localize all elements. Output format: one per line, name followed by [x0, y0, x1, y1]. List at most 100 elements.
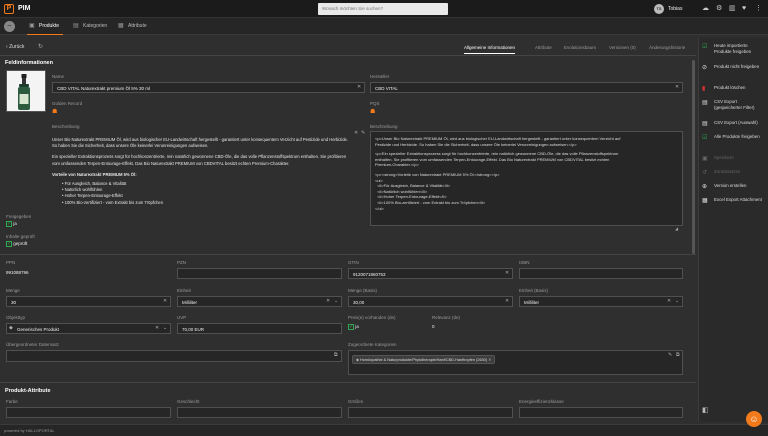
freigegeben-value[interactable]: ✓ ja — [6, 221, 17, 227]
tab-attribute-detail[interactable]: Attribute — [535, 42, 552, 54]
check-list-icon: ☑ — [702, 44, 708, 50]
section-title-produkt-attribute: Produkt-Attribute — [5, 388, 51, 394]
name-field[interactable]: CBD VITAL Naturextrakt premium Öl 5% 30 … — [52, 82, 365, 93]
collapse-sidebar-icon[interactable]: ◧ — [702, 406, 709, 414]
tab-allgemeine-informationen[interactable]: Allgemeine Informationen — [464, 42, 516, 54]
uvp-field[interactable]: 70,00 EUR — [177, 323, 342, 334]
settings-icon[interactable]: ⚙ — [716, 5, 722, 12]
clear-icon[interactable]: ✕ — [163, 298, 167, 304]
section-title-feldinformationen: Feldinformationen — [5, 60, 53, 66]
beschreibung-html-editor[interactable]: <p>Unser Bio Naturextrakt PREMIUM Öl, wi… — [370, 131, 683, 226]
uebergeordnet-field[interactable] — [6, 350, 342, 362]
action-zuruecksetzen[interactable]: ↺ Zurücksetzen — [702, 169, 766, 176]
preis-value[interactable]: ✓ ja — [348, 324, 359, 330]
menge-basis-label: Menge (Basis) — [348, 288, 378, 293]
farbe-field[interactable] — [6, 407, 171, 418]
isbn-field[interactable] — [519, 268, 683, 279]
energieeffizienz-label: Energieeffizienzklasse — [519, 399, 564, 404]
description-list-item: 100% Bio-zertifiziert - vom Extrakt bis … — [64, 199, 164, 205]
action-heute-freigeben[interactable]: ☑ Heute importierte Produkte freigeben — [702, 43, 766, 54]
kategorie-chip[interactable]: ◆ Homöopathie & Naturprodukte/Phytothera… — [352, 355, 496, 364]
attribute-icon: ▦ — [118, 23, 124, 29]
ppn-label: PPN — [6, 260, 16, 265]
tab-kategorien[interactable]: ▤ Kategorien — [71, 18, 111, 35]
action-speichern[interactable]: ▣ Speichern — [702, 155, 766, 162]
objekttyp-label: Objekttyp — [6, 315, 26, 320]
objekttyp-select[interactable]: Generisches Produkt — [6, 323, 171, 334]
geschlecht-field[interactable] — [177, 407, 342, 418]
gtin-field[interactable]: 9120071860753 — [348, 268, 513, 279]
pqs-icon: ☗ — [370, 109, 376, 115]
einheit-basis-label: Einheit (Basis) — [519, 288, 549, 293]
help-button[interactable]: ☺ — [746, 411, 762, 427]
tab-label: Attribute — [128, 23, 147, 29]
chevron-down-icon[interactable]: ⌄ — [334, 298, 338, 304]
back-button[interactable]: ‹ Zurück — [6, 44, 24, 50]
chevron-down-icon[interactable]: ⌄ — [675, 298, 679, 304]
beschreibung-text[interactable]: Unser Bio Naturextrakt PREMIUM Öl, wird … — [52, 137, 352, 206]
tab-versionen[interactable]: Versionen (0) — [609, 42, 636, 54]
hersteller-label: Hersteller — [370, 74, 390, 79]
clear-icon[interactable]: ✕ — [354, 130, 358, 136]
action-csv-export-auswahl[interactable]: ▤ CSV Export (Auswahl) — [702, 120, 766, 127]
kategorie-chip-label: Homöopathie & Naturprodukte/Phytotherapi… — [359, 358, 488, 362]
refresh-icon[interactable]: ↻ — [38, 43, 43, 50]
open-link-icon[interactable]: ⧉ — [676, 352, 680, 358]
energieeffizienz-field[interactable] — [519, 407, 683, 418]
tab-label: Kategorien — [83, 23, 108, 29]
tab-attribute[interactable]: ▦ Attribute — [116, 18, 152, 35]
app-logo[interactable]: P — [4, 4, 14, 14]
clear-icon[interactable]: ✕ — [505, 270, 509, 276]
name-label: Name — [52, 74, 65, 79]
menge-field[interactable]: 30 — [6, 296, 171, 307]
chevron-down-icon[interactable]: ⌄ — [163, 325, 167, 331]
open-link-icon[interactable]: ⧉ — [334, 352, 338, 358]
object-type-icon: ◆ — [9, 325, 13, 331]
tab-evolutionsbaum[interactable]: Evolutionsbaum — [564, 42, 596, 54]
clear-icon[interactable]: ✕ — [505, 298, 509, 304]
action-alle-freigeben[interactable]: ☑ Alle Produkte freigeben — [702, 134, 766, 141]
action-nicht-freigeben[interactable]: ⊘ Produkt nicht freigeben — [702, 64, 766, 71]
clear-icon[interactable]: ✕ — [357, 84, 361, 90]
einheit-select[interactable]: Milliliter — [177, 296, 342, 307]
tab-aenderungshistorie[interactable]: Änderungshistorie — [649, 42, 685, 54]
action-csv-export-filter[interactable]: ▤ CSV Export (gespeicherter Filter) — [702, 99, 766, 110]
resize-handle-icon[interactable]: ◢ — [675, 226, 678, 231]
menu-icon[interactable]: ⋮ — [755, 5, 762, 12]
inhalte-geprueft-text: geprüft — [13, 241, 28, 246]
check-all-icon: ☑ — [702, 135, 708, 141]
inhalte-geprueft-value[interactable]: ✓ geprüft — [6, 241, 27, 247]
clear-icon[interactable]: ✕ — [326, 298, 330, 304]
user-name[interactable]: Tobias — [668, 6, 682, 12]
csv-icon: ▤ — [702, 121, 708, 127]
description-list-item: Für Ausgleich, Balance & Vitalität — [64, 181, 127, 187]
menge-basis-field[interactable]: 30,00 — [348, 296, 513, 307]
search-input[interactable]: Wonach möchten Sie suchen? — [318, 3, 448, 15]
clear-icon[interactable]: ✕ — [488, 358, 491, 362]
edit-icon[interactable]: ✎ — [668, 352, 672, 358]
groessen-field[interactable] — [348, 407, 513, 418]
hersteller-field[interactable]: CBD VITAL — [370, 82, 683, 93]
action-version-erstellen[interactable]: ⊕ Version erstellen — [702, 183, 766, 190]
avatar[interactable]: TS — [654, 4, 664, 14]
einheit-basis-select[interactable]: Milliliter — [519, 296, 683, 307]
ppn-value: 991088796 — [6, 270, 29, 275]
tab-produkte[interactable]: ▣ Produkte — [27, 18, 63, 35]
favorite-icon[interactable]: ♥ — [742, 5, 746, 12]
nav-toggle-icon[interactable]: – — [4, 21, 15, 32]
action-produkt-loeschen[interactable]: ▮ Produkt löschen — [702, 85, 766, 92]
action-label: Produkt löschen — [714, 85, 746, 90]
scrollbar[interactable] — [692, 60, 695, 254]
action-excel-export[interactable]: ▦ Excel Export Attachment — [702, 197, 766, 204]
footer: powered by HALLOPORTAL — [0, 424, 768, 436]
cloud-upload-icon[interactable]: ☁ — [702, 5, 709, 12]
notification-icon[interactable]: ▥ — [729, 5, 736, 12]
category-icon: ◆ — [356, 358, 359, 362]
pzn-field[interactable] — [177, 268, 342, 279]
kategorien-label: Zugeordnete Kategorien — [348, 342, 397, 347]
clear-icon[interactable]: ✕ — [155, 325, 159, 331]
groessen-label: Größen — [348, 399, 364, 404]
clear-icon[interactable]: ✕ — [675, 84, 679, 90]
edit-icon[interactable]: ✎ — [361, 130, 365, 136]
clear-icon[interactable]: ✕ — [667, 298, 671, 304]
